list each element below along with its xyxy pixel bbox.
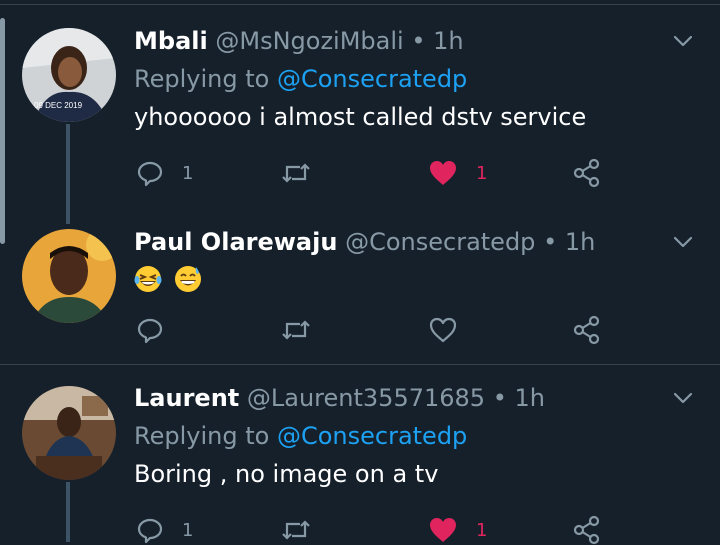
grinning-face-with-sweat-emoji xyxy=(174,266,201,292)
like-count: 1 xyxy=(476,162,488,184)
tweet-mbali[interactable]: 09 DEC 2019 Mbali @MsNgoziMbali • 1h Rep… xyxy=(0,0,720,224)
retweet-button[interactable] xyxy=(280,515,330,545)
author-name[interactable]: Paul Olarewaju xyxy=(134,228,337,256)
tweet-text: Boring , no image on a tv xyxy=(134,460,439,488)
retweet-button[interactable] xyxy=(280,315,330,345)
timestamp[interactable]: 1h xyxy=(433,27,463,55)
reply-button[interactable] xyxy=(136,315,182,345)
replying-to-label: Replying to xyxy=(134,65,270,93)
like-button[interactable]: 1 xyxy=(428,158,487,188)
replying-to: Replying to @Consecratedp xyxy=(134,421,660,451)
reply-icon xyxy=(137,318,163,344)
avatar[interactable] xyxy=(22,386,116,480)
author-name[interactable]: Laurent xyxy=(134,384,239,412)
avatar[interactable]: 09 DEC 2019 xyxy=(22,28,116,122)
retweet-button[interactable] xyxy=(280,158,330,188)
reply-count: 1 xyxy=(182,519,194,541)
avatar[interactable] xyxy=(22,229,116,323)
chevron-down-icon[interactable] xyxy=(672,387,694,409)
grinning-squinting-face-with-tears-emoji xyxy=(134,266,162,292)
share-button[interactable] xyxy=(572,315,602,345)
separator-dot: • xyxy=(543,228,558,256)
share-icon xyxy=(573,158,600,188)
mention-link[interactable]: @Consecratedp xyxy=(277,65,467,93)
tweet-paul[interactable]: Paul Olarewaju @Consecratedp • 1h xyxy=(0,210,720,365)
replying-to: Replying to @Consecratedp xyxy=(134,64,660,94)
author-handle[interactable]: @Consecratedp xyxy=(345,228,535,256)
like-count: 1 xyxy=(476,519,488,541)
chevron-down-icon[interactable] xyxy=(672,231,694,253)
share-button[interactable] xyxy=(572,515,602,545)
thread-line xyxy=(66,482,70,542)
like-button[interactable] xyxy=(428,315,476,345)
separator-dot: • xyxy=(492,384,507,412)
replying-to-label: Replying to xyxy=(134,422,270,450)
share-button[interactable] xyxy=(572,158,602,188)
reply-button[interactable]: 1 xyxy=(136,515,193,545)
timestamp[interactable]: 1h xyxy=(565,228,595,256)
retweet-icon xyxy=(282,320,310,340)
author-handle[interactable]: @Laurent35571685 xyxy=(247,384,485,412)
thread-line xyxy=(66,124,70,224)
tweet-laurent[interactable]: Laurent @Laurent35571685 • 1h Replying t… xyxy=(0,365,720,545)
tweet-text xyxy=(134,263,660,293)
mention-link[interactable]: @Consecratedp xyxy=(277,422,467,450)
reply-button[interactable]: 1 xyxy=(136,158,193,188)
reply-icon xyxy=(137,161,163,187)
timestamp[interactable]: 1h xyxy=(515,384,545,412)
author-name[interactable]: Mbali xyxy=(134,27,208,55)
like-icon xyxy=(430,161,456,185)
separator-dot: • xyxy=(411,27,426,55)
share-icon xyxy=(573,315,600,345)
like-button[interactable]: 1 xyxy=(428,515,487,545)
retweet-icon xyxy=(282,163,310,183)
avatar-date-stamp: 09 DEC 2019 xyxy=(34,101,83,110)
chevron-down-icon[interactable] xyxy=(672,30,694,52)
reply-count: 1 xyxy=(182,162,194,184)
share-icon xyxy=(573,515,600,545)
tweet-text: yhoooooo i almost called dstv service xyxy=(134,103,587,131)
like-icon xyxy=(429,317,457,343)
author-handle[interactable]: @MsNgoziMbali xyxy=(215,27,403,55)
